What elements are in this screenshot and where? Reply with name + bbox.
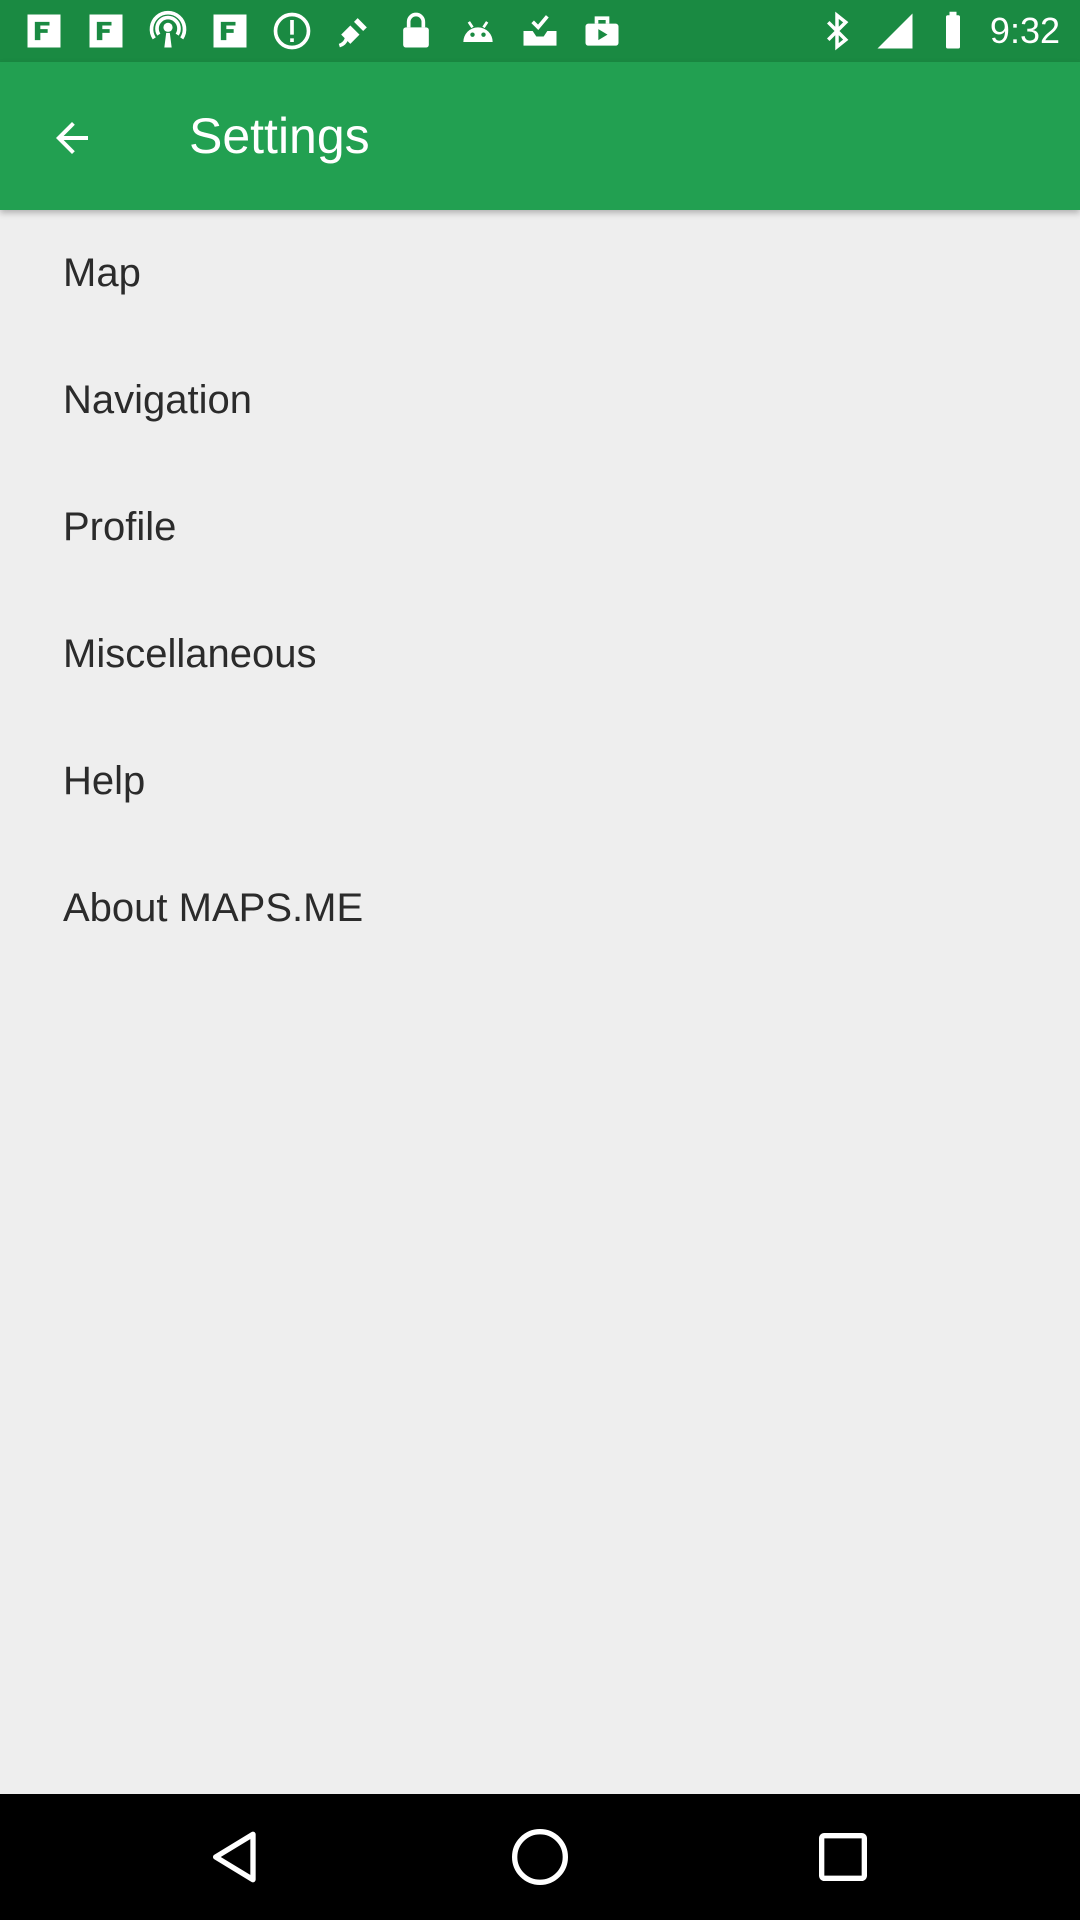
toolbar: Settings [0, 62, 1080, 210]
status-icons [22, 0, 624, 62]
settings-item-about[interactable]: About MAPS.ME [0, 845, 1080, 972]
lock-icon [394, 9, 438, 53]
arrow-left-icon [56, 122, 88, 154]
android-icon [456, 9, 500, 53]
status-time: 9:32 [989, 10, 1060, 51]
status-right: 9:32 [816, 0, 1060, 62]
nav-recents-button[interactable] [803, 1817, 883, 1897]
alert-icon [270, 9, 314, 53]
settings-item-navigation[interactable]: Navigation [0, 337, 1080, 464]
notification-icon [208, 9, 252, 53]
back-button[interactable] [30, 96, 114, 180]
inbox-check-icon [518, 9, 562, 53]
settings-item-map[interactable]: Map [0, 210, 1080, 337]
settings-list: Map Navigation Profile Miscellaneous Hel… [0, 210, 1080, 972]
signal-icon [874, 10, 916, 52]
status-bar: 9:32 [0, 0, 1080, 62]
fake-gps-icon [332, 9, 376, 53]
settings-item-profile[interactable]: Profile [0, 464, 1080, 591]
bluetooth-icon [816, 10, 858, 52]
settings-item-miscellaneous[interactable]: Miscellaneous [0, 591, 1080, 718]
settings-item-help[interactable]: Help [0, 718, 1080, 845]
recents-square-icon [819, 1833, 867, 1881]
back-triangle-icon [213, 1831, 256, 1883]
briefcase-icon [580, 9, 624, 53]
notification-icon [84, 9, 128, 53]
home-circle-icon [512, 1829, 568, 1885]
nav-home-button[interactable] [500, 1817, 580, 1897]
podcast-icon [146, 9, 190, 53]
notification-icon [22, 9, 66, 53]
nav-back-button[interactable] [197, 1817, 277, 1897]
system-nav-bar [0, 1794, 1080, 1920]
page-title: Settings [189, 108, 370, 164]
battery-icon [932, 10, 974, 52]
